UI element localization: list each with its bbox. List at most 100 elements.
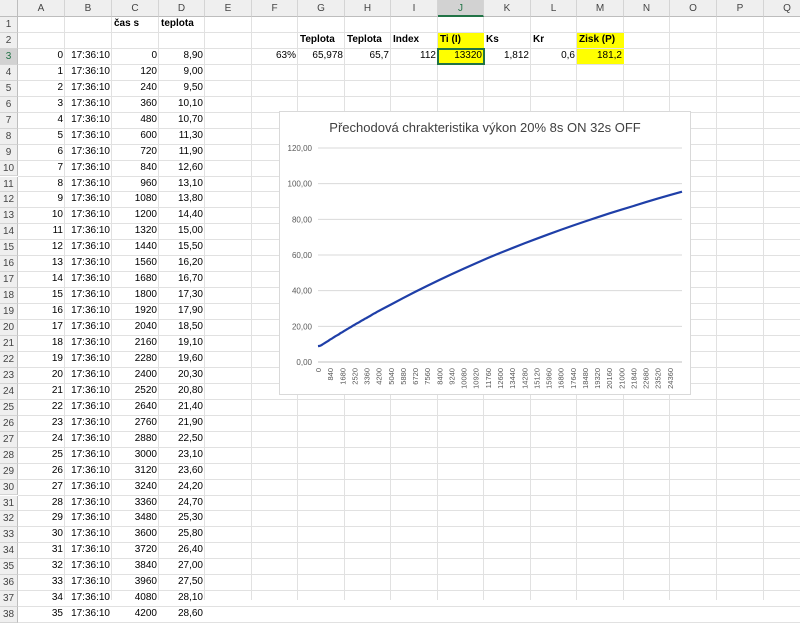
temperature-cell[interactable]: 10,70: [159, 113, 205, 128]
seconds-cell[interactable]: 2760: [112, 416, 159, 431]
temperature-cell[interactable]: 11,30: [159, 129, 205, 144]
temperature-cell[interactable]: 11,90: [159, 145, 205, 160]
column-header-j[interactable]: J: [438, 0, 484, 17]
temperature-cell[interactable]: 15,50: [159, 240, 205, 255]
column-header-g[interactable]: G: [298, 0, 345, 17]
seconds-cell[interactable]: 1680: [112, 272, 159, 287]
seconds-cell[interactable]: 1200: [112, 208, 159, 223]
row-header-11[interactable]: 11: [0, 176, 18, 193]
temperature-cell[interactable]: 19,60: [159, 352, 205, 367]
column-header-a[interactable]: A: [18, 0, 65, 17]
seconds-cell[interactable]: 2400: [112, 368, 159, 383]
column-header-h[interactable]: H: [345, 0, 391, 17]
time-cell[interactable]: 17:36:10: [65, 543, 112, 558]
temperature-cell[interactable]: 8,90: [159, 49, 205, 64]
row-header-30[interactable]: 30: [0, 479, 18, 496]
index-cell[interactable]: 16: [18, 304, 65, 319]
param-value-h[interactable]: 65,7: [345, 49, 391, 64]
seconds-cell[interactable]: 3480: [112, 511, 159, 526]
param-value-j[interactable]: 13320: [437, 47, 485, 65]
param-value-g[interactable]: 65,978: [298, 49, 345, 64]
time-cell[interactable]: 17:36:10: [65, 208, 112, 223]
time-cell[interactable]: 17:36:10: [65, 161, 112, 176]
seconds-cell[interactable]: 3360: [112, 496, 159, 511]
index-cell[interactable]: 0: [18, 49, 65, 64]
seconds-cell[interactable]: 600: [112, 129, 159, 144]
index-cell[interactable]: 8: [18, 177, 65, 192]
index-cell[interactable]: 1: [18, 65, 65, 80]
index-cell[interactable]: 31: [18, 543, 65, 558]
row-header-18[interactable]: 18: [0, 288, 18, 305]
time-cell[interactable]: 17:36:10: [65, 256, 112, 271]
column-header-c[interactable]: C: [112, 0, 159, 17]
column-header-d[interactable]: D: [159, 0, 205, 17]
time-cell[interactable]: 17:36:10: [65, 496, 112, 511]
seconds-cell[interactable]: 3960: [112, 575, 159, 590]
row-header-34[interactable]: 34: [0, 543, 18, 560]
seconds-cell[interactable]: 3000: [112, 448, 159, 463]
row-header-15[interactable]: 15: [0, 240, 18, 257]
time-cell[interactable]: 17:36:10: [65, 448, 112, 463]
index-cell[interactable]: 17: [18, 320, 65, 335]
param-value-f[interactable]: 63%: [252, 49, 298, 64]
seconds-cell[interactable]: 3720: [112, 543, 159, 558]
time-cell[interactable]: 17:36:10: [65, 511, 112, 526]
seconds-cell[interactable]: 360: [112, 97, 159, 112]
temperature-cell[interactable]: 20,80: [159, 384, 205, 399]
seconds-cell[interactable]: 720: [112, 145, 159, 160]
time-cell[interactable]: 17:36:10: [65, 49, 112, 64]
header-teplota[interactable]: teplota: [159, 17, 205, 32]
seconds-cell[interactable]: 1080: [112, 192, 159, 207]
time-cell[interactable]: 17:36:10: [65, 368, 112, 383]
column-header-f[interactable]: F: [252, 0, 298, 17]
column-header-b[interactable]: B: [65, 0, 112, 17]
row-header-9[interactable]: 9: [0, 144, 18, 161]
index-cell[interactable]: 33: [18, 575, 65, 590]
seconds-cell[interactable]: 1440: [112, 240, 159, 255]
temperature-cell[interactable]: 24,20: [159, 480, 205, 495]
temperature-cell[interactable]: 16,70: [159, 272, 205, 287]
seconds-cell[interactable]: 4200: [112, 607, 159, 622]
seconds-cell[interactable]: 1560: [112, 256, 159, 271]
time-cell[interactable]: 17:36:10: [65, 113, 112, 128]
time-cell[interactable]: 17:36:10: [65, 304, 112, 319]
temperature-cell[interactable]: 27,00: [159, 559, 205, 574]
param-value-l[interactable]: 0,6: [531, 49, 577, 64]
time-cell[interactable]: 17:36:10: [65, 400, 112, 415]
seconds-cell[interactable]: 240: [112, 81, 159, 96]
line-chart[interactable]: Přechodová chrakteristika výkon 20% 8s O…: [279, 111, 691, 395]
index-cell[interactable]: 30: [18, 527, 65, 542]
temperature-cell[interactable]: 24,70: [159, 496, 205, 511]
index-cell[interactable]: 28: [18, 496, 65, 511]
param-label-l[interactable]: Kr: [531, 33, 577, 48]
time-cell[interactable]: 17:36:10: [65, 336, 112, 351]
index-cell[interactable]: 26: [18, 464, 65, 479]
row-header-10[interactable]: 10: [0, 160, 18, 177]
row-header-33[interactable]: 33: [0, 527, 18, 544]
param-value-k[interactable]: 1,812: [484, 49, 531, 64]
column-header-k[interactable]: K: [484, 0, 531, 17]
temperature-cell[interactable]: 10,10: [159, 97, 205, 112]
index-cell[interactable]: 13: [18, 256, 65, 271]
index-cell[interactable]: 35: [18, 607, 65, 622]
index-cell[interactable]: 21: [18, 384, 65, 399]
seconds-cell[interactable]: 2880: [112, 432, 159, 447]
select-all-corner[interactable]: [0, 0, 18, 17]
time-cell[interactable]: 17:36:10: [65, 97, 112, 112]
time-cell[interactable]: 17:36:10: [65, 192, 112, 207]
row-header-20[interactable]: 20: [0, 320, 18, 336]
index-cell[interactable]: 24: [18, 432, 65, 447]
time-cell[interactable]: 17:36:10: [65, 527, 112, 542]
seconds-cell[interactable]: 480: [112, 113, 159, 128]
index-cell[interactable]: 32: [18, 559, 65, 574]
param-value-m[interactable]: 181,2: [577, 48, 624, 64]
index-cell[interactable]: 20: [18, 368, 65, 383]
temperature-cell[interactable]: 20,30: [159, 368, 205, 383]
time-cell[interactable]: 17:36:10: [65, 480, 112, 495]
index-cell[interactable]: 34: [18, 591, 65, 606]
row-header-7[interactable]: 7: [0, 112, 18, 129]
column-header-n[interactable]: N: [624, 0, 670, 17]
column-header-q[interactable]: Q: [764, 0, 800, 17]
time-cell[interactable]: 17:36:10: [65, 65, 112, 80]
row-header-22[interactable]: 22: [0, 351, 18, 368]
